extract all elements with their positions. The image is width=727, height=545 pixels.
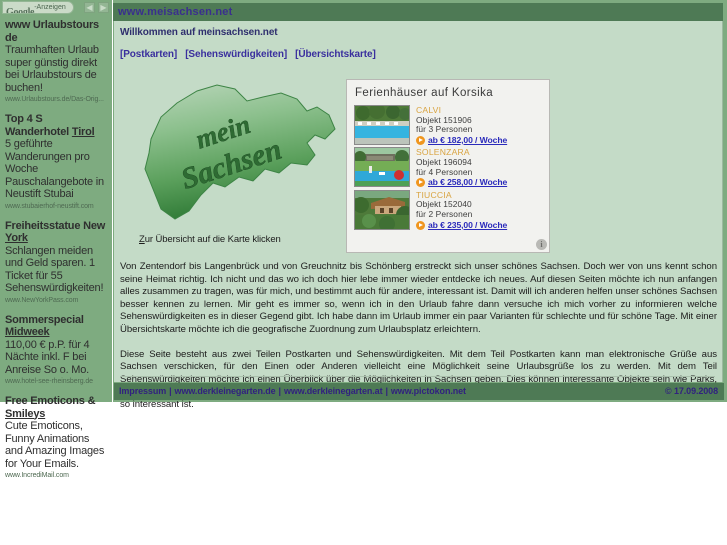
footer-link-derkleinegarten-at[interactable]: www.derkleinegarten.at bbox=[284, 386, 383, 396]
ad-title-link: York bbox=[5, 232, 28, 244]
korsika-listing-text: CALVI Objekt 151906 für 3 Personen ab € … bbox=[416, 105, 507, 146]
ad-title[interactable]: www Urlaubstours de bbox=[5, 19, 107, 44]
korsika-listing[interactable]: SOLENZARA Objekt 196094 für 4 Personen a… bbox=[347, 147, 549, 189]
ad-title-link: Midweek bbox=[5, 326, 50, 338]
ad-url[interactable]: www.stubaierhof-neustift.com bbox=[5, 202, 107, 211]
korsika-price-link[interactable]: ab € 182,00 / Woche bbox=[428, 135, 507, 146]
browser-page: Google-Anzeigen ◀ ▶ www Urlaubstours de … bbox=[0, 0, 727, 545]
footer-links: Impressum | www.derkleinegarten.de | www.der… bbox=[119, 386, 466, 396]
korsika-heading: Ferienhäuser auf Korsika bbox=[355, 87, 494, 99]
horizontal-rule bbox=[120, 376, 715, 377]
map-caption[interactable]: Zur Übersicht auf die Karte klicken bbox=[139, 234, 281, 245]
ad-body: Schlangen meiden und Geld sparen. 1 Tick… bbox=[5, 244, 104, 295]
site-content: Willkommen auf meinsachsen.net [Postkart… bbox=[114, 21, 723, 410]
ad-item[interactable]: www Urlaubstours de Traumhaften Urlaub s… bbox=[5, 19, 107, 104]
ad-title[interactable]: Freiheitsstatue New York bbox=[5, 220, 107, 245]
ad-item[interactable]: Sommerspecial Midweek 110,00 € p.P. für … bbox=[5, 314, 107, 387]
google-ads-header: Google-Anzeigen ◀ ▶ bbox=[0, 0, 112, 15]
nav-link-postkarten[interactable]: [Postkarten] bbox=[120, 49, 177, 60]
ad-body: 5 geführte Wanderungen pro Woche Pauscha… bbox=[5, 138, 104, 200]
resort-garden-pool-photo[interactable] bbox=[354, 147, 410, 188]
info-icon[interactable]: i bbox=[536, 239, 547, 250]
paragraph: Von Zentendorf bis Langenbrück und von G… bbox=[120, 261, 717, 335]
ad-body: Cute Emoticons, Funny Animations and Ama… bbox=[5, 420, 105, 470]
korsika-persons: für 2 Personen bbox=[416, 208, 473, 219]
ad-body: 110,00 € p.P. für 4 Nächte inkl. F bei A… bbox=[5, 338, 90, 376]
korsika-price-row[interactable]: ab € 235,00 / Woche bbox=[416, 220, 507, 231]
google-ads-sidebar: Google-Anzeigen ◀ ▶ www Urlaubstours de … bbox=[0, 0, 112, 479]
footer-link-derkleinegarten-de[interactable]: www.derkleinegarten.de bbox=[175, 386, 276, 396]
footer-separator: | bbox=[385, 386, 388, 396]
footer-copyright: © 17.09.2008 bbox=[665, 386, 718, 396]
ad-title-link: Smileys bbox=[5, 407, 46, 420]
korsika-ad-box: Ferienhäuser auf Korsika CALVI Objekt 15… bbox=[346, 79, 550, 253]
anzeigen-label: -Anzeigen bbox=[34, 4, 66, 11]
google-ads-list: www Urlaubstours de Traumhaften Urlaub s… bbox=[0, 15, 112, 480]
korsika-persons: für 3 Personen bbox=[416, 124, 473, 135]
arrow-right-icon bbox=[416, 220, 425, 230]
ad-title-text: Sommerspecial bbox=[5, 313, 84, 326]
map-caption-rest: ur Übersicht auf die Karte klicken bbox=[144, 234, 281, 245]
korsika-price-row[interactable]: ab € 258,00 / Woche bbox=[416, 178, 507, 188]
footer-link-pictokon[interactable]: www.pictokon.net bbox=[391, 386, 466, 396]
ad-title[interactable]: Top 4 S Wanderhotel Tirol bbox=[5, 113, 107, 138]
arrow-right-icon bbox=[416, 136, 425, 146]
ad-item[interactable]: Top 4 S Wanderhotel Tirol 5 geführte Wan… bbox=[5, 113, 107, 211]
page-title: www.meisachsen.net bbox=[118, 6, 233, 18]
chevron-left-icon[interactable]: ◀ bbox=[84, 2, 95, 13]
site-title-bar: www.meisachsen.net bbox=[113, 3, 723, 21]
ad-url[interactable]: www.IncrediMail.com bbox=[5, 471, 107, 480]
pool-with-trees-photo[interactable] bbox=[354, 105, 410, 145]
korsika-persons: für 4 Personen bbox=[416, 166, 473, 177]
ad-title-text: Top 4 S Wanderhotel bbox=[5, 113, 72, 138]
stone-house-vegetation-photo[interactable] bbox=[354, 189, 410, 230]
google-wordmark: Google bbox=[6, 7, 35, 14]
korsika-listing-text: TIUCCIA Objekt 152040 für 2 Personen ab … bbox=[416, 190, 507, 230]
ad-title-text: Freiheitsstatue New bbox=[5, 219, 106, 232]
site-footer: Impressum | www.derkleinegarten.de | www.der… bbox=[114, 383, 724, 400]
ad-title[interactable]: Free Emoticons & Smileys bbox=[5, 395, 107, 420]
nav-links: [Postkarten] [Sehenswürdigkeiten] [Übers… bbox=[120, 49, 376, 60]
welcome-text: Willkommen auf meinsachsen.net bbox=[120, 27, 278, 38]
korsika-listing[interactable]: CALVI Objekt 151906 für 3 Personen ab € … bbox=[347, 105, 549, 147]
site-container: www.meisachsen.net Willkommen auf meinsa… bbox=[113, 0, 727, 410]
footer-separator: | bbox=[278, 386, 282, 396]
nav-link-uebersichtskarte[interactable]: [Übersichtskarte] bbox=[295, 49, 376, 60]
chevron-right-icon[interactable]: ▶ bbox=[98, 2, 109, 13]
korsika-price-row[interactable]: ab € 182,00 / Woche bbox=[416, 135, 507, 146]
paragraph: Diese Seite besteht aus zwei Teilen Post… bbox=[120, 348, 717, 410]
korsika-price-link[interactable]: ab € 235,00 / Woche bbox=[428, 220, 507, 231]
saxony-map[interactable]: mein Sachsen bbox=[139, 77, 349, 232]
ad-title-link: Tirol bbox=[71, 125, 95, 138]
korsika-price-link[interactable]: ab € 258,00 / Woche bbox=[428, 178, 507, 188]
ad-url[interactable]: www.NewYorkPass.com bbox=[5, 296, 107, 305]
ad-item[interactable]: Freiheitsstatue New York Schlangen meide… bbox=[5, 220, 107, 305]
ad-item[interactable]: Free Emoticons & Smileys Cute Emoticons,… bbox=[5, 395, 107, 480]
ad-url[interactable]: www.hotel-see-rheinsberg.de bbox=[5, 377, 107, 386]
nav-link-sehenswuerdigkeiten[interactable]: [Sehenswürdigkeiten] bbox=[185, 49, 287, 60]
footer-separator: | bbox=[169, 386, 172, 396]
ad-body: Traumhaften Urlaub super günstig direkt … bbox=[5, 44, 99, 94]
arrow-right-icon bbox=[416, 178, 425, 188]
ad-url[interactable]: www.Urlaubstours.de/Das-Orig... bbox=[5, 95, 107, 104]
ad-title[interactable]: Sommerspecial Midweek bbox=[5, 314, 107, 339]
google-logo: Google-Anzeigen bbox=[2, 1, 74, 14]
korsika-listing-text: SOLENZARA Objekt 196094 für 4 Personen a… bbox=[416, 147, 507, 188]
ad-title-text: Free Emoticons & bbox=[5, 395, 96, 407]
ad-title-text: www Urlaubstours de bbox=[5, 19, 99, 44]
footer-link-impressum[interactable]: Impressum bbox=[119, 386, 166, 396]
korsika-listing[interactable]: TIUCCIA Objekt 152040 für 2 Personen ab … bbox=[347, 189, 549, 232]
